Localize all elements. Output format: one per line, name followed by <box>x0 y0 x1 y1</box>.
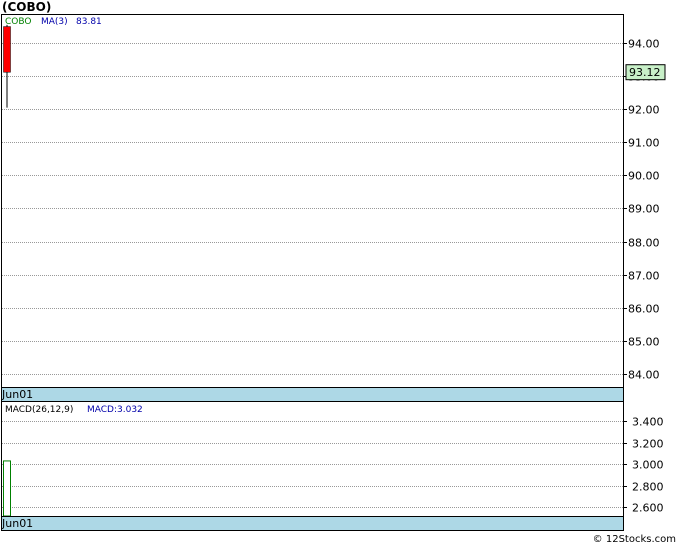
price-y-tick-label: 88.00 <box>628 237 660 250</box>
price-panel-frame <box>1 14 624 388</box>
price-legend: COBO MA(3) 83.81 <box>5 17 102 27</box>
last-price-marker: 93.12 <box>625 64 666 81</box>
macd-y-tick-label: 2.600 <box>632 502 664 515</box>
macd-y-tick-label: 3.400 <box>632 416 664 429</box>
legend-ma-value: 83.81 <box>76 17 102 27</box>
legend-symbol: COBO <box>5 17 31 27</box>
watermark: © 12Stocks.com <box>592 534 676 545</box>
price-y-tick-label: 87.00 <box>628 270 660 283</box>
last-price-label: 93.12 <box>629 66 661 79</box>
macd-x-tick-label: Jun01 <box>1 517 33 530</box>
macd-panel-frame <box>1 401 624 517</box>
price-y-tick-label: 90.00 <box>628 170 660 183</box>
macd-legend-value: MACD:3.032 <box>87 405 143 415</box>
price-y-tick-label: 92.00 <box>628 104 660 117</box>
macd-x-axis-band <box>1 516 624 531</box>
price-y-tick-label: 89.00 <box>628 203 660 216</box>
price-y-tick-label: 91.00 <box>628 137 660 150</box>
candle-body <box>3 26 11 73</box>
macd-y-tick-label: 3.000 <box>632 459 664 472</box>
price-y-axis: 94.0093.0092.0091.0090.0089.0088.0087.00… <box>623 38 660 382</box>
price-y-tick-label: 84.00 <box>628 369 660 382</box>
macd-bar <box>3 460 11 517</box>
price-y-tick-label: 94.00 <box>628 38 660 51</box>
macd-y-axis: 3.400 3.200 3.000 2.800 2.600 <box>623 416 664 515</box>
macd-legend-name: MACD(26,12,9) <box>5 405 73 415</box>
macd-y-tick-label: 2.800 <box>632 481 664 494</box>
legend-ma-label: MA(3) <box>41 17 68 27</box>
price-y-tick-label: 85.00 <box>628 336 660 349</box>
chart-canvas: 94.0093.0092.0091.0090.0089.0088.0087.00… <box>1 14 666 531</box>
macd-y-tick-label: 3.200 <box>632 438 664 451</box>
price-x-axis-band <box>1 387 624 402</box>
macd-bars <box>3 460 11 517</box>
price-y-tick-label: 86.00 <box>628 303 660 316</box>
price-x-tick-label: Jun01 <box>1 388 33 401</box>
